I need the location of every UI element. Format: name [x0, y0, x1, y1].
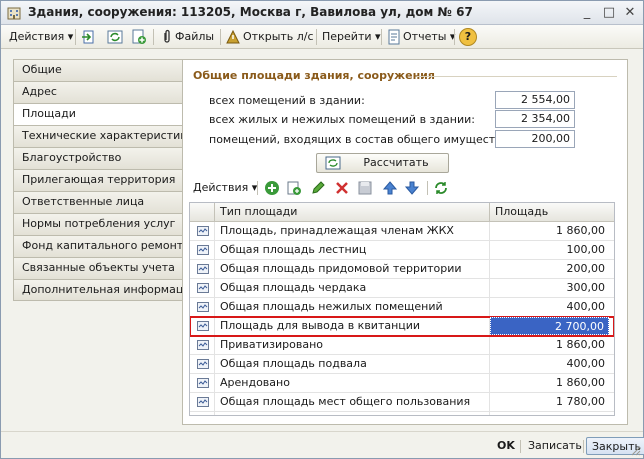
copy-row-icon[interactable]: [286, 180, 302, 196]
help-button[interactable]: ?: [459, 28, 477, 46]
row-item-icon: [197, 340, 209, 350]
table-row[interactable]: Общая площадь придомовой территории 200,…: [190, 260, 614, 279]
resize-grip-icon[interactable]: [631, 446, 641, 456]
table-row[interactable]: Приватизировано 1 860,00: [190, 336, 614, 355]
table-row[interactable]: Общая площадь нежилых помещений 400,00: [190, 298, 614, 317]
toolbar-separator: [220, 29, 221, 45]
footer-separator: [583, 440, 584, 453]
open-account-button[interactable]: Открыть л/с: [243, 28, 314, 46]
nav-item-additional-info[interactable]: Дополнительная информация: [13, 279, 183, 301]
row-item-icon: [197, 359, 209, 369]
save-button[interactable]: Записать: [528, 437, 582, 455]
calculate-icon: [325, 156, 341, 170]
goto-menu[interactable]: Перейти ▾: [322, 28, 381, 46]
header-separator: [214, 203, 215, 222]
actions-menu[interactable]: Действия ▾: [9, 28, 73, 46]
row-item-icon: [197, 283, 209, 293]
table-row[interactable]: Общая площадь лестниц 100,00: [190, 241, 614, 260]
table-row-selected[interactable]: Площадь для вывода в квитанции 2 700,00: [190, 316, 614, 337]
row-item-icon: [197, 397, 209, 407]
window-title: Здания, сооружения: 113205, Москва г, Ва…: [28, 5, 473, 19]
nav-item-responsible[interactable]: Ответственные лица: [13, 191, 183, 213]
edit-row-icon[interactable]: [310, 180, 326, 196]
table-actionbar: Действия ▾: [193, 178, 623, 198]
nav-item-consumption-norms[interactable]: Нормы потребления услуг: [13, 213, 183, 235]
close-window-button[interactable]: ✕: [621, 4, 639, 22]
table-row[interactable]: Площадь, принадлежащая членам ЖКХ 1 860,…: [190, 222, 614, 241]
refresh-icon[interactable]: [107, 29, 123, 45]
delete-row-icon[interactable]: [334, 180, 350, 196]
move-down-icon[interactable]: [404, 180, 420, 196]
residential-rooms-label: всех жилых и нежилых помещений в здании:: [209, 113, 475, 126]
common-property-label: помещений, входящих в состав общего имущ…: [209, 133, 513, 146]
row-item-icon: [197, 264, 209, 274]
table-row[interactable]: Общая площадь подвала 400,00: [190, 355, 614, 374]
nav-item-repair-fund[interactable]: Фонд капитального ремонта: [13, 235, 183, 257]
table-row[interactable]: Общая площадь мест общего пользования 1 …: [190, 393, 614, 412]
ok-button[interactable]: OK: [497, 437, 515, 455]
move-up-icon[interactable]: [382, 180, 398, 196]
form-window: Здания, сооружения: 113205, Москва г, Ва…: [0, 0, 644, 459]
residential-rooms-field[interactable]: 2 354,00: [495, 110, 575, 128]
building-icon: [7, 7, 21, 20]
actionbar-separator: [257, 181, 258, 195]
form-footer: OK Записать Закрыть: [1, 431, 644, 458]
nav-item-general[interactable]: Общие: [13, 59, 183, 81]
row-item-icon: [197, 302, 209, 312]
toolbar-separator: [153, 29, 154, 45]
total-rooms-label: всех помещений в здании:: [209, 94, 365, 107]
open-account-icon: [226, 29, 240, 44]
column-header-area[interactable]: Площадь: [495, 205, 548, 218]
nav-item-areas[interactable]: Площади: [13, 103, 183, 125]
nav-item-address[interactable]: Адрес: [13, 81, 183, 103]
files-button[interactable]: Файлы: [175, 28, 214, 46]
minimize-button[interactable]: _: [578, 4, 596, 22]
section-divider: [417, 76, 617, 77]
nav-item-related-objects[interactable]: Связанные объекты учета: [13, 257, 183, 279]
maximize-button[interactable]: □: [600, 4, 618, 22]
nav-item-improvement[interactable]: Благоустройство: [13, 147, 183, 169]
toolbar: Действия ▾ Файлы Открыть л/с Перейти ▾ О…: [1, 25, 643, 49]
total-rooms-field[interactable]: 2 554,00: [495, 91, 575, 109]
paperclip-icon: [164, 29, 170, 43]
reports-menu[interactable]: Отчеты ▾: [403, 28, 455, 46]
section-title: Общие площади здания, сооружения: [193, 69, 435, 82]
save-grid-icon[interactable]: [357, 180, 373, 196]
calculate-button[interactable]: Рассчитать: [316, 153, 449, 173]
table-header: Тип площади Площадь: [190, 203, 614, 222]
areas-table[interactable]: Тип площади Площадь Площадь, принадлежащ…: [189, 202, 615, 416]
header-separator: [489, 203, 490, 222]
table-row[interactable]: Арендовано 1 860,00: [190, 374, 614, 393]
toolbar-separator: [454, 29, 455, 45]
post-document-icon[interactable]: [81, 29, 97, 45]
table-row[interactable]: Общая площадь чердака 300,00: [190, 279, 614, 298]
refresh-list-icon[interactable]: [433, 180, 449, 196]
nav-item-technical[interactable]: Технические характеристики: [13, 125, 183, 147]
selected-area-cell[interactable]: 2 700,00: [490, 317, 609, 335]
toolbar-separator: [316, 29, 317, 45]
row-item-icon: [197, 245, 209, 255]
row-item-icon: [197, 226, 209, 236]
footer-separator: [520, 440, 521, 453]
new-item-icon[interactable]: [131, 29, 147, 45]
reports-icon: [388, 29, 400, 45]
table-actions-menu[interactable]: Действия ▾: [193, 181, 257, 194]
add-row-icon[interactable]: [264, 180, 280, 196]
actionbar-separator: [427, 181, 428, 195]
column-header-type[interactable]: Тип площади: [220, 205, 297, 218]
title-bar[interactable]: Здания, сооружения: 113205, Москва г, Ва…: [1, 1, 643, 25]
nav-item-adjacent-territory[interactable]: Прилегающая территория: [13, 169, 183, 191]
section-nav: Общие Адрес Площади Технические характер…: [13, 59, 183, 301]
areas-panel: Общие площади здания, сооружения всех по…: [182, 59, 628, 425]
toolbar-separator: [381, 29, 382, 45]
common-property-field[interactable]: 200,00: [495, 130, 575, 148]
row-item-icon: [197, 378, 209, 388]
row-item-icon: [197, 321, 209, 331]
toolbar-separator: [75, 29, 76, 45]
